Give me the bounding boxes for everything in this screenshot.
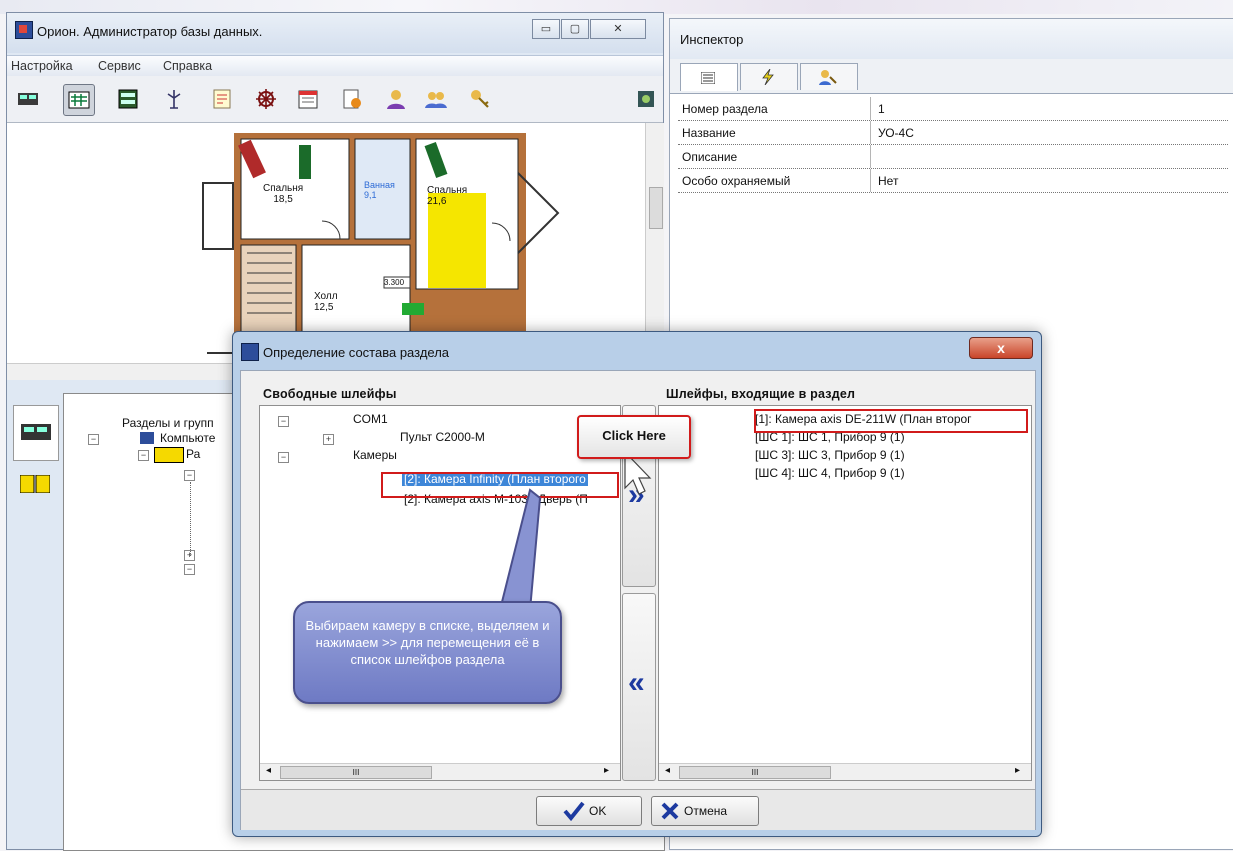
free-loops-label: Свободные шлейфы <box>263 387 397 401</box>
hint-bubble: Выбираем камеру в списке, выделяем и наж… <box>293 601 562 704</box>
expander-cameras[interactable]: − <box>278 452 289 463</box>
ok-button[interactable]: OK <box>536 796 642 826</box>
document-icon[interactable] <box>207 84 237 114</box>
moved-camera-highlight <box>754 409 1028 433</box>
menu-help[interactable]: Справка <box>163 59 212 73</box>
scroll-right-arrow-icon[interactable]: ▸ <box>604 765 609 776</box>
list-item-pult[interactable]: Пульт С2000-М <box>400 430 485 444</box>
room-bedroom-2: Спальня 21,6 <box>427 185 468 207</box>
settings-icon[interactable] <box>635 84 657 114</box>
section-loops-hscroll-thumb[interactable]: III <box>679 766 831 779</box>
loops-icon[interactable] <box>63 84 95 116</box>
maximize-button[interactable]: ▢ <box>561 19 589 39</box>
devices-icon[interactable] <box>113 84 143 114</box>
property-name: Особо охраняемый <box>682 174 791 188</box>
expander-com1[interactable]: − <box>278 416 289 427</box>
room-bedroom-1: Спальня 18,5 <box>263 183 304 205</box>
tree-expander-section[interactable]: − <box>138 450 149 461</box>
keys-icon[interactable] <box>465 84 495 114</box>
menu-service[interactable]: Сервис <box>98 59 141 73</box>
double-left-arrow-icon: « <box>628 666 645 699</box>
scroll-left-arrow-icon[interactable]: ◂ <box>665 765 670 776</box>
property-value[interactable]: Нет <box>878 174 898 188</box>
plan-vscroll-thumb[interactable] <box>649 187 663 229</box>
property-value[interactable]: 1 <box>878 102 885 116</box>
sections-tab-icon <box>20 475 50 493</box>
cancel-button[interactable]: Отмена <box>651 796 759 826</box>
calendar-icon[interactable] <box>293 84 323 114</box>
cancel-label: Отмена <box>684 804 728 818</box>
property-grid: Номер раздела 1 Название УО-4С Описание Ос… <box>678 97 1228 193</box>
move-left-button[interactable]: « <box>622 593 656 781</box>
section-loops-list[interactable]: [1]: Камера axis DE-211W (План второг [Ш… <box>658 405 1032 781</box>
minimize-button[interactable]: ▭ <box>532 19 560 39</box>
main-titlebar[interactable]: Орион. Администратор базы данных. ▭ ▢ ✕ <box>7 13 663 53</box>
tree-expander-3[interactable]: − <box>184 564 195 575</box>
computer-icon <box>140 432 154 444</box>
dialog-close-button[interactable]: x <box>969 337 1033 359</box>
cross-icon <box>661 802 679 820</box>
section-loops-label: Шлейфы, входящие в раздел <box>666 387 856 401</box>
list-item-loop-4[interactable]: [ШС 4]: ШС 4, Прибор 9 (1) <box>755 466 905 480</box>
tree-expander-1[interactable]: − <box>184 470 195 481</box>
property-row[interactable]: Номер раздела 1 <box>678 97 1228 121</box>
free-loops-hscroll[interactable]: ◂ III ▸ <box>260 763 620 780</box>
list-item-com1[interactable]: COM1 <box>353 412 388 426</box>
room-hall: Холл 12,5 <box>314 291 338 313</box>
ok-label: OK <box>589 804 607 818</box>
user-icon[interactable] <box>381 84 411 114</box>
dialog-app-icon <box>241 343 259 361</box>
key-user-icon[interactable] <box>800 63 858 90</box>
scroll-left-arrow-icon[interactable]: ◂ <box>266 765 271 776</box>
property-name: Название <box>682 126 736 140</box>
section-composition-dialog: Определение состава раздела x Свободные … <box>232 331 1042 837</box>
hint-text: Выбираем камеру в списке, выделяем и наж… <box>305 618 550 667</box>
report-icon[interactable] <box>337 84 367 114</box>
main-window-title: Орион. Администратор базы данных. <box>37 24 263 39</box>
tree-root-label: Разделы и групп <box>122 416 214 430</box>
tab-sections[interactable] <box>13 465 57 505</box>
hint-bubble-pointer <box>498 488 542 611</box>
click-here-callout: Click Here <box>577 415 691 459</box>
app-icon <box>15 21 33 39</box>
list-item-cameras[interactable]: Камеры <box>353 448 397 462</box>
list-item-loop-3[interactable]: [ШС 3]: ШС 3, Прибор 9 (1) <box>755 448 905 462</box>
scroll-right-arrow-icon[interactable]: ▸ <box>1015 765 1020 776</box>
property-value[interactable]: УО-4С <box>878 126 914 140</box>
tree-connector <box>190 482 192 556</box>
property-name: Номер раздела <box>682 102 768 116</box>
helm-icon[interactable] <box>251 84 281 114</box>
antenna-icon[interactable] <box>159 84 189 114</box>
property-row[interactable]: Описание <box>678 145 1228 169</box>
tab-computers[interactable] <box>13 405 59 461</box>
tree-node-section[interactable]: Ра <box>186 447 200 461</box>
section-icon <box>154 447 184 463</box>
menu-settings[interactable]: Настройка <box>11 59 73 73</box>
property-name: Описание <box>682 150 738 164</box>
property-row[interactable]: Название УО-4С <box>678 121 1228 145</box>
property-row[interactable]: Особо охраняемый Нет <box>678 169 1228 193</box>
tree-node-computer[interactable]: Компьюте <box>160 431 215 445</box>
users-icon[interactable] <box>421 84 451 114</box>
elevation-label: 3.300 <box>384 278 405 287</box>
tree-expander-computer[interactable]: − <box>88 434 99 445</box>
inspector-titlebar[interactable]: Инспектор <box>670 19 1233 59</box>
expander-pult[interactable]: + <box>323 434 334 445</box>
list-icon[interactable] <box>680 63 738 91</box>
inspector-tabs <box>670 59 1233 94</box>
main-toolbar <box>7 76 663 123</box>
lightning-icon[interactable] <box>740 63 798 90</box>
dialog-footer: OK Отмена <box>241 789 1035 830</box>
computers-icon[interactable] <box>13 84 43 114</box>
close-button[interactable]: ✕ <box>590 19 646 39</box>
room-bathroom: Ванная 9,1 <box>364 180 395 200</box>
computers-tab-icon <box>21 424 51 440</box>
checkmark-icon <box>563 801 585 821</box>
left-tab-strip <box>13 405 63 525</box>
inspector-title: Инспектор <box>680 32 744 47</box>
free-loops-hscroll-thumb[interactable]: III <box>280 766 432 779</box>
section-loops-hscroll[interactable]: ◂ III ▸ <box>659 763 1031 780</box>
menu-bar: Настройка Сервис Справка <box>7 55 663 76</box>
dialog-title: Определение состава раздела <box>263 345 450 360</box>
